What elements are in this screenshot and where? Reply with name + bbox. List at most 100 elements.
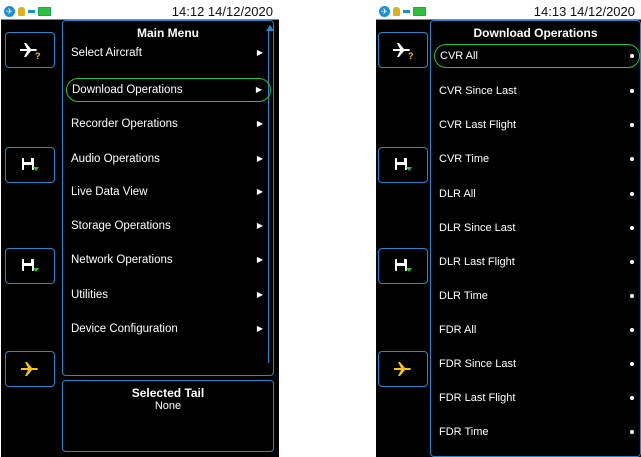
- menu-item-label: Utilities: [71, 289, 109, 301]
- menu-title: Download Operations: [473, 26, 598, 40]
- chevron-right-icon: ▶: [256, 187, 263, 196]
- option-label: CVR Time: [439, 153, 490, 165]
- bullet-icon: [630, 89, 634, 93]
- aircraft-icon: [21, 362, 38, 376]
- selected-tail-panel: Selected Tail None: [62, 380, 274, 452]
- menu-item-audio-operations[interactable]: Audio Operations ▶: [66, 147, 271, 171]
- status-bar: ✈ 14:12 14/12/2020: [1, 4, 279, 20]
- download-operations-screen: ✈ 14:13 14/12/2020 ? Download Operations…: [376, 4, 641, 457]
- bullet-icon: [630, 294, 634, 298]
- download-disk-icon: [22, 158, 39, 171]
- status-clock: 14:12 14/12/2020: [171, 4, 273, 19]
- link-status-icon: [403, 10, 410, 13]
- download-operations-panel: Download Operations CVR All CVR Since La…: [430, 20, 641, 457]
- option-dlr-since-last[interactable]: DLR Since Last: [434, 216, 640, 240]
- bullet-icon: [630, 328, 634, 332]
- bullet-icon: [630, 123, 634, 127]
- status-bar: ✈ 14:13 14/12/2020: [376, 4, 641, 20]
- chevron-right-icon: ▶: [256, 255, 263, 264]
- bullet-icon: [630, 226, 634, 230]
- menu-item-device-configuration[interactable]: Device Configuration ▶: [66, 317, 271, 341]
- svg-text:?: ?: [35, 51, 41, 60]
- aircraft-select-icon: ?: [393, 43, 414, 60]
- option-fdr-time[interactable]: FDR Time: [434, 420, 640, 444]
- connection-status-icon: ✈: [379, 6, 390, 17]
- menu-item-label: Select Aircraft: [71, 47, 142, 59]
- option-label: DLR Time: [439, 290, 488, 302]
- option-dlr-all[interactable]: DLR All: [434, 182, 640, 206]
- select-aircraft-button[interactable]: ?: [5, 32, 55, 68]
- option-label: FDR Time: [439, 426, 489, 438]
- menu-item-label: Recorder Operations: [71, 118, 178, 130]
- option-dlr-time[interactable]: DLR Time: [434, 284, 640, 308]
- chevron-right-icon: ▶: [256, 221, 263, 230]
- menu-item-select-aircraft[interactable]: Select Aircraft ▶: [66, 41, 271, 65]
- download-button[interactable]: [378, 147, 428, 183]
- menu-item-label: Live Data View: [71, 186, 148, 198]
- download-disk-icon: [395, 259, 412, 272]
- bullet-icon: [630, 54, 634, 58]
- chevron-right-icon: ▶: [255, 85, 262, 94]
- bullet-icon: [630, 430, 634, 434]
- option-label: FDR All: [439, 324, 477, 336]
- selected-tail-value: None: [154, 400, 182, 412]
- chevron-right-icon: ▶: [256, 119, 263, 128]
- option-label: DLR All: [439, 188, 476, 200]
- option-label: CVR All: [440, 50, 478, 62]
- status-icons: ✈: [379, 6, 426, 17]
- menu-item-storage-operations[interactable]: Storage Operations ▶: [66, 214, 271, 238]
- option-cvr-last-flight[interactable]: CVR Last Flight: [434, 113, 640, 137]
- download-button[interactable]: [5, 147, 55, 183]
- aircraft-icon: [394, 362, 411, 376]
- download-disk-icon: [22, 259, 39, 272]
- option-fdr-last-flight[interactable]: FDR Last Flight: [434, 386, 640, 410]
- menu-item-utilities[interactable]: Utilities ▶: [66, 283, 271, 307]
- aircraft-button[interactable]: [5, 351, 55, 387]
- aircraft-select-icon: ?: [20, 43, 41, 60]
- chevron-right-icon: ▶: [256, 48, 263, 57]
- menu-item-label: Download Operations: [72, 84, 183, 96]
- option-cvr-since-last[interactable]: CVR Since Last: [434, 79, 640, 103]
- battery-icon: [413, 7, 426, 16]
- bullet-icon: [630, 260, 634, 264]
- option-label: DLR Last Flight: [439, 256, 515, 268]
- menu-item-live-data-view[interactable]: Live Data View ▶: [66, 180, 271, 204]
- select-aircraft-button[interactable]: ?: [378, 32, 428, 68]
- option-label: FDR Since Last: [439, 358, 517, 370]
- menu-item-label: Audio Operations: [71, 153, 160, 165]
- download-button-2[interactable]: [5, 248, 55, 284]
- menu-title: Main Menu: [137, 26, 199, 40]
- bullet-icon: [630, 157, 634, 161]
- scroll-up-icon[interactable]: [266, 25, 274, 31]
- option-cvr-all[interactable]: CVR All: [434, 44, 640, 68]
- download-button-2[interactable]: [378, 248, 428, 284]
- option-dlr-last-flight[interactable]: DLR Last Flight: [434, 250, 640, 274]
- chevron-right-icon: ▶: [256, 324, 263, 333]
- user-status-icon: [393, 7, 400, 16]
- main-menu-panel: Main Menu Select Aircraft ▶ Download Ope…: [62, 20, 274, 376]
- link-status-icon: [28, 10, 35, 13]
- option-label: DLR Since Last: [439, 222, 516, 234]
- option-cvr-time[interactable]: CVR Time: [434, 147, 640, 171]
- connection-status-icon: ✈: [4, 6, 15, 17]
- selected-tail-title: Selected Tail: [131, 386, 205, 400]
- menu-item-label: Device Configuration: [71, 323, 178, 335]
- menu-item-label: Network Operations: [71, 254, 173, 266]
- user-status-icon: [18, 7, 25, 16]
- aircraft-button[interactable]: [378, 351, 428, 387]
- bullet-icon: [630, 362, 634, 366]
- option-fdr-since-last[interactable]: FDR Since Last: [434, 352, 640, 376]
- option-fdr-all[interactable]: FDR All: [434, 318, 640, 342]
- option-label: FDR Last Flight: [439, 392, 516, 404]
- chevron-right-icon: ▶: [256, 154, 263, 163]
- bullet-icon: [630, 396, 634, 400]
- main-menu-screen: ✈ 14:12 14/12/2020 ? Main Menu Select Ai…: [1, 4, 279, 457]
- option-label: CVR Since Last: [439, 85, 517, 97]
- chevron-right-icon: ▶: [256, 290, 263, 299]
- option-label: CVR Last Flight: [439, 119, 517, 131]
- menu-item-network-operations[interactable]: Network Operations ▶: [66, 248, 271, 272]
- bullet-icon: [630, 192, 634, 196]
- menu-item-download-operations[interactable]: Download Operations ▶: [66, 78, 271, 102]
- menu-item-recorder-operations[interactable]: Recorder Operations ▶: [66, 112, 271, 136]
- status-icons: ✈: [4, 6, 51, 17]
